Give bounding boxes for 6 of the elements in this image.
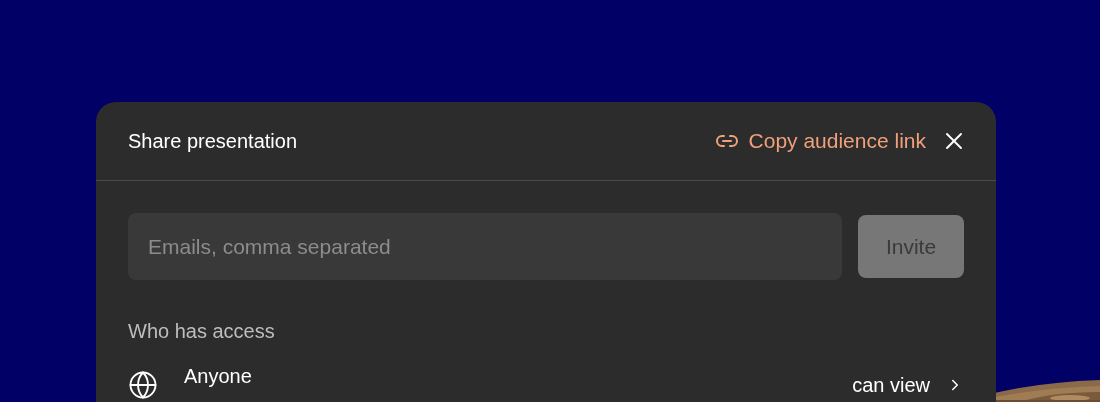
copy-link[interactable]: Copy audience link [714, 129, 926, 153]
dialog-title: Share presentation [128, 129, 298, 153]
permission-dropdown[interactable]: can view [852, 373, 964, 397]
globe-icon [128, 370, 158, 400]
access-name: Anyone [184, 365, 253, 388]
access-heading: Who has access [128, 320, 276, 343]
